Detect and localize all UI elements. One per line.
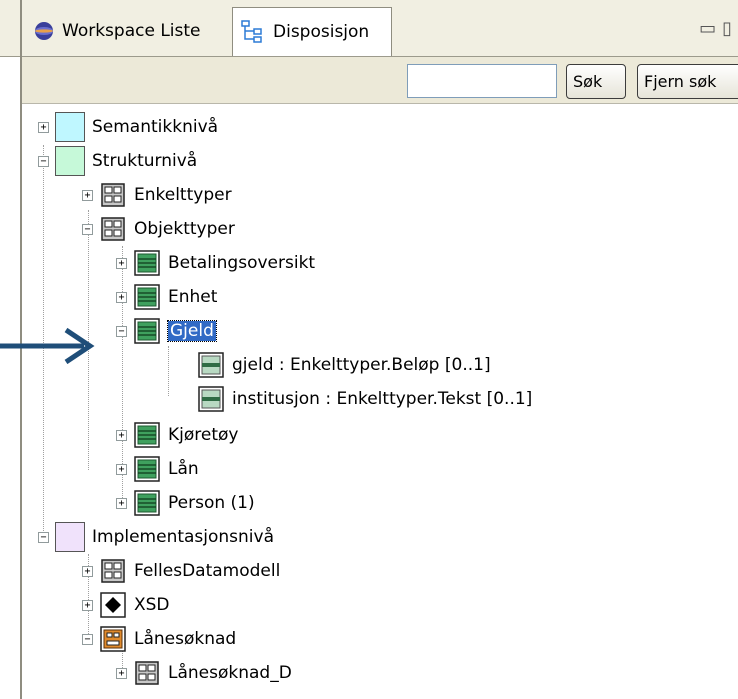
tree-node-lanesoknad[interactable]: − Lånesøknad — [82, 622, 236, 656]
package-icon — [101, 559, 125, 583]
package-icon — [101, 183, 125, 207]
class-icon — [134, 250, 160, 276]
search-input[interactable] — [407, 64, 557, 98]
tree-node-enhet[interactable]: + Enhet — [116, 280, 217, 314]
tree-node-person[interactable]: + Person (1) — [116, 486, 255, 520]
clear-search-button[interactable]: Fjern søk — [637, 64, 738, 99]
tab-label: Workspace Liste — [62, 21, 201, 41]
expand-icon[interactable]: + — [38, 121, 49, 133]
search-toolbar — [22, 57, 738, 104]
tree-node-kjoretoy[interactable]: + Kjøretøy — [116, 418, 238, 452]
tree-connector — [168, 346, 169, 396]
expand-icon[interactable]: + — [116, 497, 127, 509]
tree-node-label: Enhet — [168, 287, 218, 307]
tree-node-attribute-gjeld[interactable]: gjeld : Enkelttyper.Beløp [0..1] — [180, 348, 491, 382]
tree-node-label: Objekttyper — [134, 219, 235, 239]
tree-node-lan[interactable]: + Lån — [116, 452, 199, 486]
tree-node-label: Strukturnivå — [92, 151, 198, 171]
expand-icon[interactable]: + — [82, 189, 93, 201]
tree-node-label: Lånesøknad — [134, 629, 237, 649]
annotation-arrow-icon — [0, 327, 95, 364]
tree-node-label: Person (1) — [168, 493, 255, 513]
tree-node-label: Lånesøknad_D — [168, 663, 292, 683]
search-button[interactable]: Søk — [566, 64, 626, 99]
outline-icon — [241, 20, 262, 43]
class-icon — [134, 490, 160, 516]
tab-label: Disposisjon — [273, 22, 370, 42]
expand-icon[interactable]: + — [116, 291, 127, 303]
attribute-icon — [198, 352, 224, 378]
tree-node-label: Betalingsoversikt — [168, 253, 316, 273]
collapse-icon[interactable]: − — [38, 155, 49, 167]
tree-node-label: institusjon : Enkelttyper.Tekst [0..1] — [232, 389, 533, 409]
class-icon — [134, 284, 160, 310]
tab-disposisjon[interactable]: Disposisjon — [232, 7, 392, 56]
expand-icon[interactable]: + — [82, 565, 93, 577]
tree-node-label: Lån — [168, 459, 199, 479]
collapse-icon[interactable]: − — [116, 325, 127, 337]
collapse-icon[interactable]: − — [82, 223, 93, 235]
tree-node-implementasjonsniva[interactable]: − Implementasjonsnivå — [38, 520, 274, 554]
expand-icon[interactable]: + — [116, 429, 127, 441]
lilac-square-icon — [55, 522, 85, 552]
tree-node-lanesoknad-d[interactable]: + Lånesøknad_D — [116, 656, 292, 690]
tree-node-label: Implementasjonsnivå — [92, 527, 275, 547]
tree-node-objekttyper[interactable]: − Objekttyper — [82, 212, 235, 246]
expand-icon[interactable]: + — [82, 599, 93, 611]
tree-node-label: Kjøretøy — [168, 425, 239, 445]
class-icon — [134, 318, 160, 344]
expand-icon[interactable]: + — [116, 463, 127, 475]
cyan-square-icon — [55, 112, 85, 142]
globe-icon — [35, 22, 53, 40]
tree-node-betalingsoversikt[interactable]: + Betalingsoversikt — [116, 246, 315, 280]
tree-node-label: Semantikknivå — [92, 117, 219, 137]
tree-node-xsd[interactable]: + XSD — [82, 588, 170, 622]
outline-tree: + Semantikknivå − Strukturnivå + Enkeltt… — [22, 104, 738, 699]
class-icon — [134, 456, 160, 482]
diamond-icon — [100, 592, 126, 618]
minimize-icon[interactable]: ▭ — [699, 18, 722, 39]
tree-node-attribute-institusjon[interactable]: institusjon : Enkelttyper.Tekst [0..1] — [180, 382, 532, 416]
tree-node-label: Enkelttyper — [134, 185, 232, 205]
class-icon — [134, 422, 160, 448]
component-icon — [100, 626, 126, 652]
view-tab-strip: Workspace Liste Disposisjon ▭▯ — [0, 0, 738, 57]
collapse-icon[interactable]: − — [38, 531, 49, 543]
tab-workspace-liste[interactable]: Workspace Liste — [26, 8, 230, 54]
tree-node-label-selected: Gjeld — [167, 320, 217, 342]
tree-node-semantikkniva[interactable]: + Semantikknivå — [38, 110, 218, 144]
package-icon — [135, 661, 159, 685]
maximize-icon[interactable]: ▯ — [722, 18, 738, 39]
attribute-icon — [198, 386, 224, 412]
tree-node-gjeld[interactable]: − Gjeld — [116, 314, 217, 348]
green-square-icon — [55, 146, 85, 176]
tree-node-label: XSD — [134, 595, 170, 615]
expand-icon[interactable]: + — [116, 257, 127, 269]
tree-node-strukturniva[interactable]: − Strukturnivå — [38, 144, 197, 178]
tree-node-label: gjeld : Enkelttyper.Beløp [0..1] — [232, 355, 491, 375]
collapse-icon[interactable]: − — [82, 633, 93, 645]
tree-node-fellesdatamodell[interactable]: + FellesDatamodell — [82, 554, 280, 588]
tree-node-label: FellesDatamodell — [134, 561, 281, 581]
view-window-controls: ▭▯ — [699, 18, 738, 39]
tree-node-enkelttyper[interactable]: + Enkelttyper — [82, 178, 232, 212]
package-icon — [101, 217, 125, 241]
expand-icon[interactable]: + — [116, 667, 127, 679]
